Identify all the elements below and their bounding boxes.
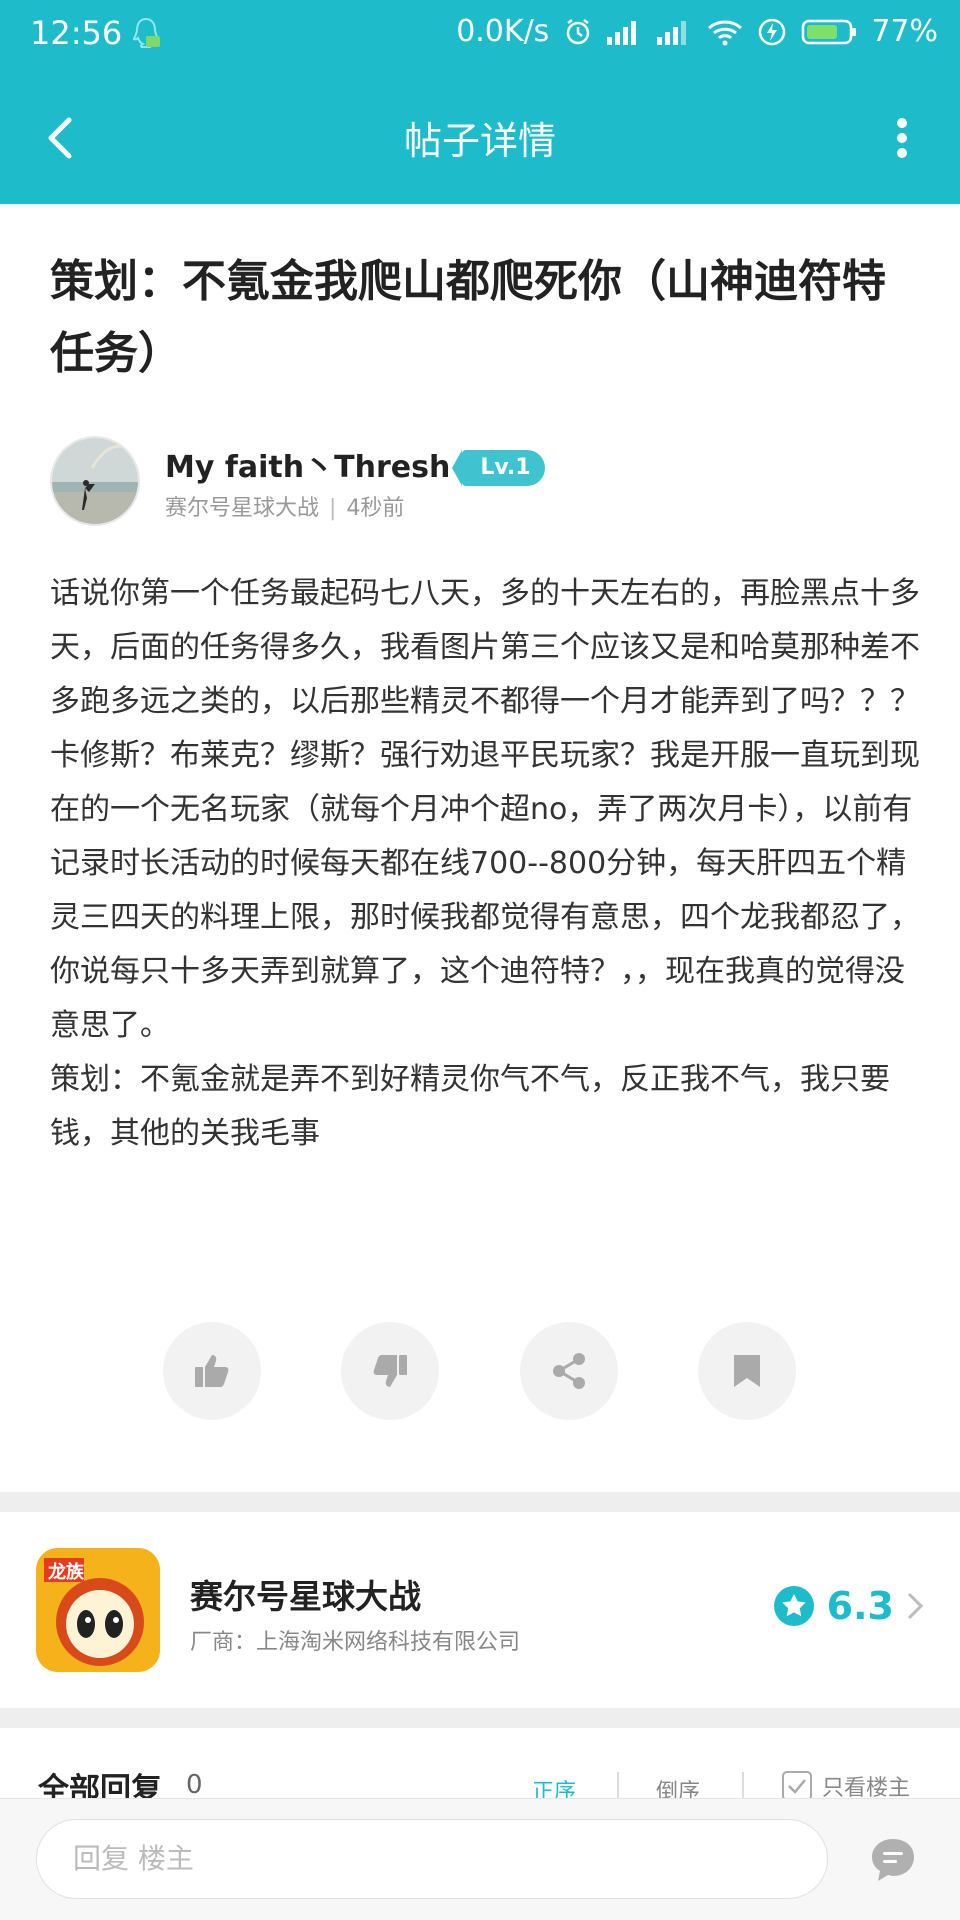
- app-header: 12:56 0.0K/s 77% 帖子详情: [0, 0, 960, 204]
- game-logo-icon: 龙族: [36, 1548, 160, 1672]
- alarm-icon: [567, 18, 590, 44]
- bookmark-icon: [734, 1355, 760, 1387]
- status-bar: 12:56 0.0K/s 77%: [0, 0, 960, 72]
- post-actions: [0, 1322, 960, 1420]
- battery-level: 77%: [871, 14, 938, 49]
- more-vertical-icon: [897, 118, 907, 158]
- meta-separator: |: [329, 496, 337, 521]
- game-card[interactable]: 龙族 赛尔号星球大战 厂商：上海淘米网络科技有限公司 6.3: [0, 1512, 960, 1708]
- nav-bar: 帖子详情: [0, 72, 960, 204]
- post-time: 4秒前: [346, 496, 405, 521]
- like-button[interactable]: [163, 1322, 261, 1420]
- section-divider-2: [0, 1708, 960, 1728]
- game-rating: 6.3: [773, 1584, 924, 1628]
- replies-count: 0: [186, 1770, 203, 1800]
- post-title: 策划：不氪金我爬山都爬死你（山神迪符特任务）: [50, 256, 886, 379]
- author-meta: 赛尔号星球大战 | 4秒前: [165, 490, 404, 522]
- author-info: My faith丶Thresh Lv.1 赛尔号星球大战 | 4秒前: [50, 436, 920, 528]
- charging-icon: [759, 18, 786, 45]
- game-developer: 厂商：上海淘米网络科技有限公司: [190, 1630, 521, 1655]
- author-name[interactable]: My faith丶Thresh Lv.1: [165, 442, 545, 486]
- status-time: 12:56: [30, 14, 123, 52]
- thumbs-down-icon: [373, 1355, 407, 1387]
- qq-notification-icon: [132, 17, 160, 48]
- board-name[interactable]: 赛尔号星球大战: [165, 496, 319, 521]
- post-body: 话说你第一个任务最起码七八天，多的十天左右的，再脸黑点十多天，后面的任务得多久，…: [50, 576, 920, 1151]
- level-badge: Lv.1: [452, 450, 545, 486]
- avatar[interactable]: [50, 436, 140, 526]
- dislike-button[interactable]: [341, 1322, 439, 1420]
- section-divider: [0, 1492, 960, 1512]
- thumbs-up-icon: [195, 1355, 229, 1387]
- status-icons: 0.0K/s 77%: [456, 14, 938, 49]
- bookmark-button[interactable]: [698, 1322, 796, 1420]
- star-icon: [773, 1586, 814, 1626]
- reply-bar: 回复 楼主: [0, 1798, 960, 1920]
- sort-separator-2: [742, 1772, 744, 1798]
- share-button[interactable]: [520, 1322, 618, 1420]
- comment-icon[interactable]: [868, 1835, 918, 1885]
- signal-icon-2: [657, 20, 687, 45]
- checkbox-icon: [782, 1771, 812, 1801]
- avatar-image: [52, 438, 138, 524]
- author-name-text: My faith丶Thresh: [165, 450, 451, 485]
- page-title: 帖子详情: [403, 119, 556, 163]
- game-icon: 龙族: [36, 1548, 160, 1672]
- battery-icon: [802, 19, 857, 44]
- share-icon: [553, 1353, 585, 1389]
- rating-value: 6.3: [826, 1584, 894, 1628]
- sort-separator: [617, 1772, 619, 1798]
- game-name: 赛尔号星球大战: [190, 1577, 421, 1616]
- net-speed: 0.0K/s: [456, 14, 550, 49]
- chevron-right-icon: [907, 1592, 924, 1620]
- more-options-button[interactable]: [884, 108, 920, 168]
- svg-text:龙族: 龙族: [48, 1561, 85, 1583]
- wifi-icon: [708, 20, 743, 45]
- signal-icon: [607, 20, 637, 45]
- reply-input[interactable]: 回复 楼主: [36, 1819, 828, 1899]
